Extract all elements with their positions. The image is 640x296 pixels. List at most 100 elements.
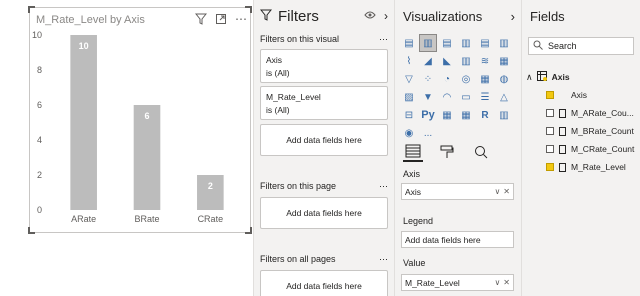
slicer-icon[interactable]: ⊟ [401, 107, 417, 123]
chevron-right-icon[interactable]: › [384, 9, 388, 23]
close-icon[interactable]: ✕ [503, 278, 510, 287]
table-icon [536, 71, 547, 83]
more-options-icon[interactable]: ⋯ [379, 181, 388, 192]
fields-pane: Fields Search ∧ Axis Axis M_ARate_Cou...… [521, 0, 640, 296]
calculator-icon [559, 126, 566, 136]
waterfall-chart-icon[interactable]: ▦ [496, 53, 512, 69]
scatter-chart-icon[interactable]: ⁘ [420, 71, 436, 87]
line-and-column-chart-icon[interactable]: ▥ [458, 53, 474, 69]
checkbox[interactable] [546, 127, 554, 135]
eye-icon[interactable] [364, 10, 376, 23]
data-label: 6 [144, 111, 149, 121]
filter-card-axis[interactable]: Axis is (All) [260, 49, 388, 83]
chevron-up-icon[interactable]: ∧ [526, 72, 533, 83]
filter-field-name: Axis [266, 55, 283, 65]
data-label: 2 [208, 181, 213, 191]
checkbox[interactable] [546, 109, 554, 117]
fields-tab-icon[interactable] [403, 142, 423, 162]
field-label: Axis [571, 90, 588, 100]
pie-chart-icon[interactable]: ◔ [439, 71, 455, 87]
100-stacked-column-chart-icon[interactable]: ▥ [496, 35, 512, 51]
filters-header: Filters › [254, 0, 394, 32]
axis-field-pill: Axis [405, 186, 422, 197]
chevron-down-icon[interactable]: ∨ [494, 187, 500, 196]
table-node-axis[interactable]: ∧ Axis [526, 68, 640, 86]
legend-placeholder: Add data fields here [405, 234, 481, 245]
more-options-icon[interactable]: ⋯ [379, 254, 388, 265]
filled-map-icon[interactable]: ▨ [401, 89, 417, 105]
x-tick-label: BRate [134, 214, 159, 224]
axis-well[interactable]: Axis ∨ ✕ [401, 183, 514, 200]
fields-title: Fields [530, 8, 565, 24]
data-label: 10 [79, 41, 89, 51]
field-item[interactable]: Axis [526, 86, 640, 104]
format-paint-roller-icon[interactable] [437, 142, 457, 162]
stacked-column-chart-icon[interactable]: ▥ [419, 34, 437, 52]
clustered-bar-chart-icon[interactable]: ▤ [439, 35, 455, 51]
funnel-chart-icon[interactable]: ▽ [401, 71, 417, 87]
stacked-bar-chart-icon[interactable]: ▤ [401, 35, 417, 51]
key-influencers-icon[interactable]: ▥ [496, 107, 512, 123]
treemap-icon[interactable]: ▦ [477, 71, 493, 87]
more-visuals-icon[interactable]: ... [420, 125, 436, 141]
x-tick-label: ARate [71, 214, 96, 224]
fields-search-box[interactable]: Search [528, 37, 634, 55]
search-placeholder: Search [548, 41, 577, 51]
filters-on-all-pages-label: Filters on all pages [260, 254, 336, 264]
multi-row-card-icon[interactable]: ☰ [477, 89, 493, 105]
report-canvas: M_Rate_Level by Axis ⋯ 0 2 4 6 8 10 10 ARate 6 BR… [0, 0, 253, 296]
ribbon-chart-icon[interactable]: ≋ [477, 53, 493, 69]
more-options-icon[interactable]: ⋯ [379, 34, 388, 45]
y-tick-label: 8 [37, 65, 42, 75]
report-filters-drop-zone[interactable]: Add data fields here [260, 270, 388, 296]
chevron-down-icon[interactable]: ∨ [494, 278, 500, 287]
field-item[interactable]: M_CRate_Count [526, 140, 640, 158]
checkbox[interactable] [546, 163, 554, 171]
analytics-magnifier-icon[interactable] [471, 142, 491, 162]
value-well[interactable]: M_Rate_Level ∨ ✕ [401, 274, 514, 291]
filters-on-visual-section: Filters on this visual ⋯ [254, 32, 394, 46]
axis-well-label: Axis [403, 169, 421, 179]
map-icon[interactable]: ◍ [496, 71, 512, 87]
column-chart-visual[interactable]: M_Rate_Level by Axis ⋯ 0 2 4 6 8 10 10 ARate 6 BR… [28, 6, 252, 234]
shape-map-icon[interactable]: ▼ [420, 89, 436, 105]
checkbox[interactable] [546, 145, 554, 153]
chevron-right-icon[interactable]: › [511, 9, 515, 24]
funnel-icon [259, 8, 273, 25]
page-filters-drop-zone[interactable]: Add data fields here [260, 197, 388, 229]
filter-card-m-rate-level[interactable]: M_Rate_Level is (All) [260, 86, 388, 120]
kpi-icon[interactable]: △ [496, 89, 512, 105]
table-icon[interactable]: ▦ [439, 107, 455, 123]
matrix-icon[interactable]: ▦ [458, 107, 474, 123]
filter-state: is (All) [266, 68, 290, 78]
close-icon[interactable]: ✕ [503, 187, 510, 196]
filter-field-name: M_Rate_Level [266, 92, 321, 102]
gauge-icon[interactable]: ◠ [439, 89, 455, 105]
card-icon[interactable]: ▭ [458, 89, 474, 105]
line-chart-icon[interactable]: ⌇ [401, 53, 417, 69]
stacked-area-chart-icon[interactable]: ◣ [439, 53, 455, 69]
field-item[interactable]: M_BRate_Count [526, 122, 640, 140]
filters-on-page-label: Filters on this page [260, 181, 337, 191]
y-tick-label: 0 [37, 205, 42, 215]
clustered-column-chart-icon[interactable]: ▥ [458, 35, 474, 51]
field-item[interactable]: M_ARate_Cou... [526, 104, 640, 122]
arcgis-map-icon[interactable]: ◉ [401, 125, 417, 141]
fields-header: Fields [522, 0, 640, 32]
legend-well-label: Legend [403, 216, 434, 226]
100-stacked-bar-chart-icon[interactable]: ▤ [477, 35, 493, 51]
field-item[interactable]: M_Rate_Level [526, 158, 640, 176]
legend-well[interactable]: Add data fields here [401, 231, 514, 248]
visual-filters-drop-zone[interactable]: Add data fields here [260, 124, 388, 156]
r-visual-icon[interactable]: R [477, 107, 493, 123]
donut-chart-icon[interactable]: ◎ [458, 71, 474, 87]
y-tick-label: 2 [37, 170, 42, 180]
python-visual-icon[interactable]: Py [420, 107, 436, 123]
checkbox[interactable] [546, 91, 554, 99]
value-field-pill: M_Rate_Level [405, 277, 460, 288]
field-label: M_CRate_Count [571, 144, 635, 154]
area-chart-icon[interactable]: ◢ [420, 53, 436, 69]
table-name: Axis [551, 72, 570, 82]
filters-on-all-pages-section: Filters on all pages ⋯ [254, 252, 394, 266]
field-label: M_BRate_Count [571, 126, 634, 136]
